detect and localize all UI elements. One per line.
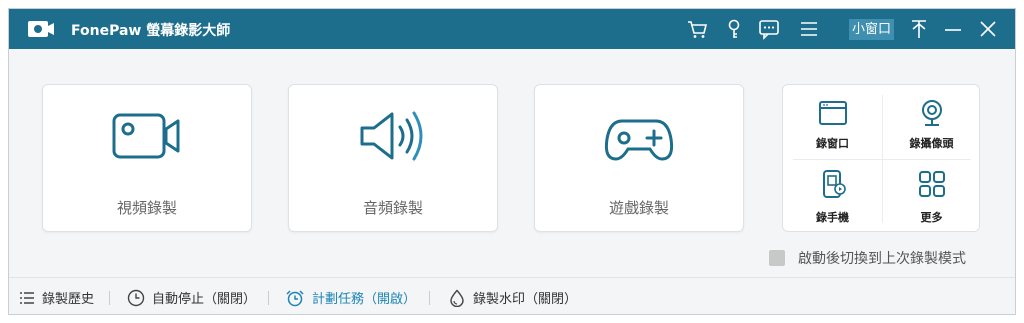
list-icon — [20, 291, 34, 304]
chat-icon[interactable] — [758, 18, 780, 40]
video-record-label: 視頻錄製 — [116, 199, 177, 217]
app-window: FonePaw 螢幕錄影大師 小窗口 視頻錄製 音頻錄製 遊戲錄製 錄窗口 錄攝… — [8, 8, 1016, 315]
bottom-toolbar: 錄製歷史 自動停止（關閉） 計劃任務（開啟） 錄製水印（關閉） — [9, 277, 1015, 314]
webcam-icon — [921, 100, 942, 126]
phone-record-label: 錄手機 — [816, 211, 849, 224]
webcam-record-button[interactable]: 錄攝像頭 — [882, 85, 981, 159]
separator — [109, 291, 110, 305]
video-camera-icon — [112, 113, 180, 159]
grid-icon — [918, 171, 945, 197]
separator — [429, 291, 430, 305]
key-icon[interactable] — [723, 18, 745, 40]
clock-icon — [127, 289, 145, 306]
title-bar: FonePaw 螢幕錄影大師 小窗口 — [9, 9, 1015, 49]
water-drop-icon — [450, 288, 464, 307]
watermark-button[interactable]: 錄製水印（關閉） — [448, 288, 577, 307]
window-record-label: 錄窗口 — [816, 137, 849, 150]
alarm-clock-icon — [286, 289, 304, 306]
auto-stop-label: 自動停止（關閉） — [152, 292, 257, 307]
gamepad-icon — [604, 119, 674, 161]
game-record-label: 遊戲錄製 — [608, 199, 669, 217]
more-label: 更多 — [920, 211, 943, 224]
scheduled-task-label: 計劃任務（開啟） — [312, 292, 417, 307]
window-icon — [818, 101, 847, 125]
minimize-icon[interactable] — [942, 18, 964, 40]
video-record-card[interactable]: 視頻錄製 — [42, 84, 252, 232]
watermark-label: 錄製水印（關閉） — [473, 292, 578, 307]
camera-logo-icon — [28, 21, 54, 37]
mini-window-button[interactable]: 小窗口 — [849, 19, 895, 40]
phone-record-button[interactable]: 錄手機 — [783, 159, 882, 233]
close-icon[interactable] — [977, 18, 999, 40]
pin-icon[interactable] — [908, 18, 930, 40]
webcam-record-label: 錄攝像頭 — [909, 137, 954, 150]
restore-mode-checkbox[interactable] — [769, 250, 785, 266]
auto-stop-button[interactable]: 自動停止（關閉） — [127, 288, 256, 307]
more-button[interactable]: 更多 — [882, 159, 981, 233]
record-history-label: 錄製歷史 — [42, 292, 95, 307]
window-record-button[interactable]: 錄窗口 — [783, 85, 882, 159]
phone-icon — [822, 170, 846, 198]
app-title: FonePaw 螢幕錄影大師 — [71, 23, 231, 39]
more-modes-panel: 錄窗口 錄攝像頭 錄手機 更多 — [782, 84, 980, 232]
game-record-card[interactable]: 遊戲錄製 — [534, 84, 744, 232]
menu-icon[interactable] — [798, 18, 820, 40]
record-history-button[interactable]: 錄製歷史 — [19, 288, 94, 307]
cart-icon[interactable] — [686, 18, 708, 40]
scheduled-task-button[interactable]: 計劃任務（開啟） — [285, 288, 416, 307]
audio-record-label: 音頻錄製 — [362, 199, 423, 217]
separator — [268, 291, 269, 305]
audio-record-card[interactable]: 音頻錄製 — [288, 84, 498, 232]
restore-mode-option[interactable]: 啟動後切換到上次錄製模式 — [769, 248, 966, 268]
speaker-icon — [360, 111, 423, 161]
restore-mode-label: 啟動後切換到上次錄製模式 — [798, 251, 966, 267]
